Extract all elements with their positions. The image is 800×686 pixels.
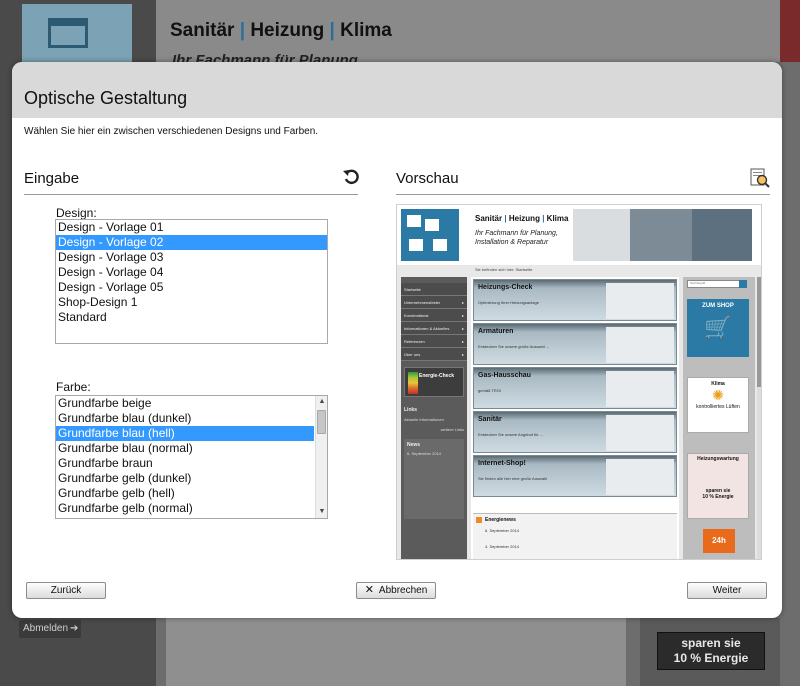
color-option[interactable]: Grundfarbe braun (56, 456, 314, 471)
cart-icon: 🛒 (704, 315, 732, 340)
sun-icon: ✺ (712, 387, 724, 403)
design-option[interactable]: Design - Vorlage 02 (56, 235, 327, 250)
preview-links-more: weitere Links (440, 427, 464, 432)
preview-heading: Vorschau (396, 170, 459, 187)
rss-icon (476, 517, 482, 523)
arrow-right-icon: ➔ (70, 623, 79, 634)
design-option[interactable]: Design - Vorlage 05 (56, 280, 327, 295)
background-content (166, 618, 626, 686)
scroll-thumb[interactable] (317, 410, 326, 434)
preview-search: Suchbegriff (687, 280, 747, 288)
preview-scrollbar (757, 277, 761, 559)
design-listbox[interactable]: Design - Vorlage 01 Design - Vorlage 02 De… (55, 219, 328, 344)
preview-photo-radiator (630, 209, 694, 261)
color-scrollbar[interactable]: ▲ ▼ (315, 396, 327, 518)
design-preview: Sanitär | Heizung | Klima Ihr Fachmann f… (396, 204, 762, 560)
preview-wartung-box: Heizungswartung sparen sie 10 % Energie (687, 453, 749, 519)
preview-nav-item: Startseite (401, 283, 467, 296)
preview-title: Sanitär | Heizung | Klima (475, 214, 569, 223)
preview-breadcrumb: Sie befinden sich hier: Startseite (475, 267, 533, 272)
preview-sidebar: Startseite Unternehmensfelder ▸ Kundendiens… (401, 277, 467, 559)
color-option[interactable]: Grundfarbe gelb (hell) (56, 486, 314, 501)
preview-card: Heizungs-Check Optimierung Ihrer Heizungs… (473, 279, 677, 321)
color-option[interactable]: Grundfarbe blau (dunkel) (56, 411, 314, 426)
color-label: Farbe: (56, 380, 91, 394)
back-button[interactable]: Zurück (26, 582, 106, 599)
background-accent (780, 0, 800, 62)
preview-klima-box: Klima ✺ kontrolliertes Lüften (687, 377, 749, 433)
preview-divider (396, 194, 770, 195)
preview-card: Armaturen Entdecken Sie unsere große Ausw… (473, 323, 677, 365)
design-option[interactable]: Design - Vorlage 01 (56, 220, 327, 235)
cancel-button[interactable]: ✕ Abbrechen (356, 582, 436, 599)
preview-nav-item: Unternehmensfelder ▸ (401, 296, 467, 309)
preview-energy-check: Energie-Check (404, 367, 464, 397)
dialog-description: Wählen Sie hier ein zwischen verschieden… (24, 126, 319, 137)
preview-nav-item: Informationen & Aktuelles ▸ (401, 322, 467, 335)
preview-24h-badge: 24h (703, 529, 735, 553)
preview-links-heading: Links (404, 407, 418, 413)
preview-news-box: News 6. September 2014 (404, 439, 464, 519)
preview-photo-fan (692, 209, 752, 261)
preview-card: Sanitär Entdecken Sie unsere Angebot für … (473, 411, 677, 453)
color-option[interactable]: Grundfarbe gelb (dunkel) (56, 471, 314, 486)
color-option[interactable]: Grundfarbe blau (normal) (56, 441, 314, 456)
background-logo (22, 4, 132, 62)
background-title: Sanitär | Heizung | Klima (170, 20, 392, 41)
design-option[interactable]: Standard (56, 310, 327, 325)
design-option[interactable]: Design - Vorlage 03 (56, 250, 327, 265)
preview-card: Gas-Hausschau gemäß TRGI (473, 367, 677, 409)
color-listbox[interactable]: Grundfarbe beige Grundfarbe blau (dunkel)… (55, 395, 328, 519)
preview-subtitle: Ihr Fachmann für Planung, Installation &… (475, 230, 558, 246)
background-promo-banner: sparen sie 10 % Energie (657, 632, 765, 670)
color-option[interactable]: Grundfarbe blau (hell) (56, 426, 314, 441)
preview-links-text: Aktuelle Informationen (404, 417, 444, 422)
scroll-up-icon[interactable]: ▲ (316, 396, 327, 408)
preview-header: Sanitär | Heizung | Klima Ihr Fachmann f… (397, 205, 761, 265)
color-option[interactable]: Grundfarbe gelb (normal) (56, 501, 314, 516)
next-button[interactable]: Weiter (687, 582, 767, 599)
preview-energienews: Energienews 6. September 2014 4. Septemb… (473, 513, 677, 559)
design-option[interactable]: Shop-Design 1 (56, 295, 327, 310)
preview-right-column: Suchbegriff ZUM SHOP 🛒 Klima ✺ kontrolli… (683, 277, 755, 559)
preview-card: Internet-Shop! Sie finden alle hier eine … (473, 455, 677, 497)
input-divider (24, 194, 358, 195)
input-heading: Eingabe (24, 170, 80, 187)
logout-button: Abmelden ➔ (19, 620, 81, 638)
design-dialog: Optische Gestaltung Wählen Sie hier ein … (12, 62, 782, 618)
preview-nav-item: Kundendienst ▸ (401, 309, 467, 322)
design-option[interactable]: Design - Vorlage 04 (56, 265, 327, 280)
preview-nav-item: Über uns ▸ (401, 348, 467, 361)
design-label: Design: (56, 206, 97, 220)
color-option[interactable]: Grundfarbe beige (56, 396, 314, 411)
preview-logo (401, 209, 459, 261)
preview-photo-faucet (573, 209, 637, 261)
preview-main: Heizungs-Check Optimierung Ihrer Heizungs… (471, 277, 679, 559)
undo-icon[interactable] (342, 168, 360, 186)
dialog-title: Optische Gestaltung (24, 88, 188, 108)
preview-shop-badge: ZUM SHOP 🛒 (687, 299, 749, 357)
dialog-header: Optische Gestaltung (12, 62, 782, 118)
close-icon: ✕ (364, 584, 374, 596)
preview-nav-item: Referenzen ▸ (401, 335, 467, 348)
scroll-down-icon[interactable]: ▼ (316, 506, 327, 518)
preview-zoom-icon[interactable] (750, 168, 770, 188)
